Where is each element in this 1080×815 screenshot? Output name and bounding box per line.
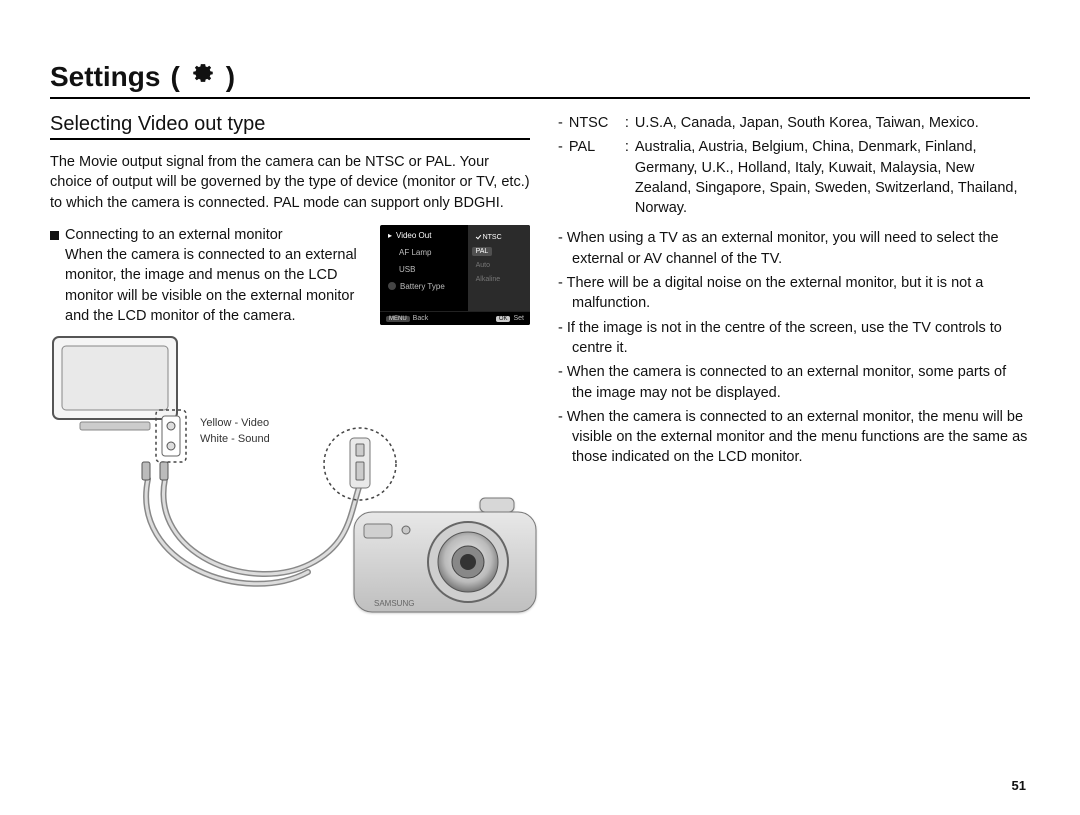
title-close-paren: ) — [226, 61, 235, 93]
manual-page: Settings ( ) Selecting Video out type Th… — [0, 0, 1080, 815]
gear-icon — [388, 282, 396, 290]
menu-item-usb: USB — [388, 265, 462, 274]
page-title: Settings ( ) — [50, 60, 1030, 93]
connect-heading: Connecting to an external monitor — [65, 227, 283, 243]
connection-illustration: Yellow - Video White - Sound — [50, 334, 530, 634]
list-item: If the image is not in the centre of the… — [558, 318, 1030, 359]
list-item: When using a TV as an external monitor, … — [558, 228, 1030, 269]
svg-text:SAMSUNG: SAMSUNG — [374, 599, 414, 608]
ntsc-row: - NTSC : U.S.A, Canada, Japan, South Kor… — [558, 113, 1030, 133]
list-item: There will be a digital noise on the ext… — [558, 273, 1030, 314]
camera-menu-thumbnail: ▸ Video Out AF Lamp USB Battery Type NTS… — [380, 225, 530, 325]
connect-block: Connecting to an external monitor When t… — [50, 225, 530, 326]
menu-item-label: Video Out — [396, 231, 431, 240]
menu-option-auto: Auto — [472, 261, 494, 270]
title-divider — [50, 97, 1030, 99]
menu-item-battery-type: Battery Type — [388, 282, 462, 291]
camera-icon: SAMSUNG — [350, 494, 540, 629]
left-column: Selecting Video out type The Movie outpu… — [50, 113, 530, 634]
pal-row: - PAL : Australia, Austria, Belgium, Chi… — [558, 137, 1030, 218]
check-icon — [476, 232, 483, 239]
menu-foot-set: OKSet — [496, 315, 524, 322]
title-open-paren: ( — [170, 61, 179, 93]
menu-foot-back: MENUBack — [386, 315, 428, 322]
list-item: When the camera is connected to an exter… — [558, 407, 1030, 468]
notes-list: When using a TV as an external monitor, … — [558, 228, 1030, 467]
two-column-layout: Selecting Video out type The Movie outpu… — [50, 113, 1030, 634]
ntsc-text: U.S.A, Canada, Japan, South Korea, Taiwa… — [635, 113, 979, 133]
menu-option-pal: PAL — [472, 247, 493, 256]
list-item: When the camera is connected to an exter… — [558, 362, 1030, 403]
menu-option-alkaline: Alkaline — [472, 275, 505, 284]
square-bullet-icon — [50, 231, 59, 240]
menu-item-label: AF Lamp — [399, 248, 431, 257]
page-number: 51 — [1012, 778, 1026, 793]
gear-icon — [190, 60, 216, 93]
ntsc-label: NTSC — [569, 113, 619, 133]
intro-paragraph: The Movie output signal from the camera … — [50, 152, 530, 213]
caret-right-icon: ▸ — [388, 231, 392, 240]
section-subheading: Selecting Video out type — [50, 113, 530, 136]
menu-option-ntsc: NTSC — [472, 231, 506, 242]
menu-item-video-out: ▸ Video Out — [388, 231, 462, 240]
menu-item-label: USB — [399, 265, 415, 274]
pal-text: Australia, Austria, Belgium, China, Denm… — [635, 137, 1030, 218]
menu-item-af-lamp: AF Lamp — [388, 248, 462, 257]
pal-label: PAL — [569, 137, 619, 218]
connect-body: When the camera is connected to an exter… — [65, 245, 368, 326]
menu-item-label: Battery Type — [400, 282, 445, 291]
right-column: - NTSC : U.S.A, Canada, Japan, South Kor… — [558, 113, 1030, 634]
subheading-divider — [50, 138, 530, 140]
title-text: Settings — [50, 61, 160, 93]
